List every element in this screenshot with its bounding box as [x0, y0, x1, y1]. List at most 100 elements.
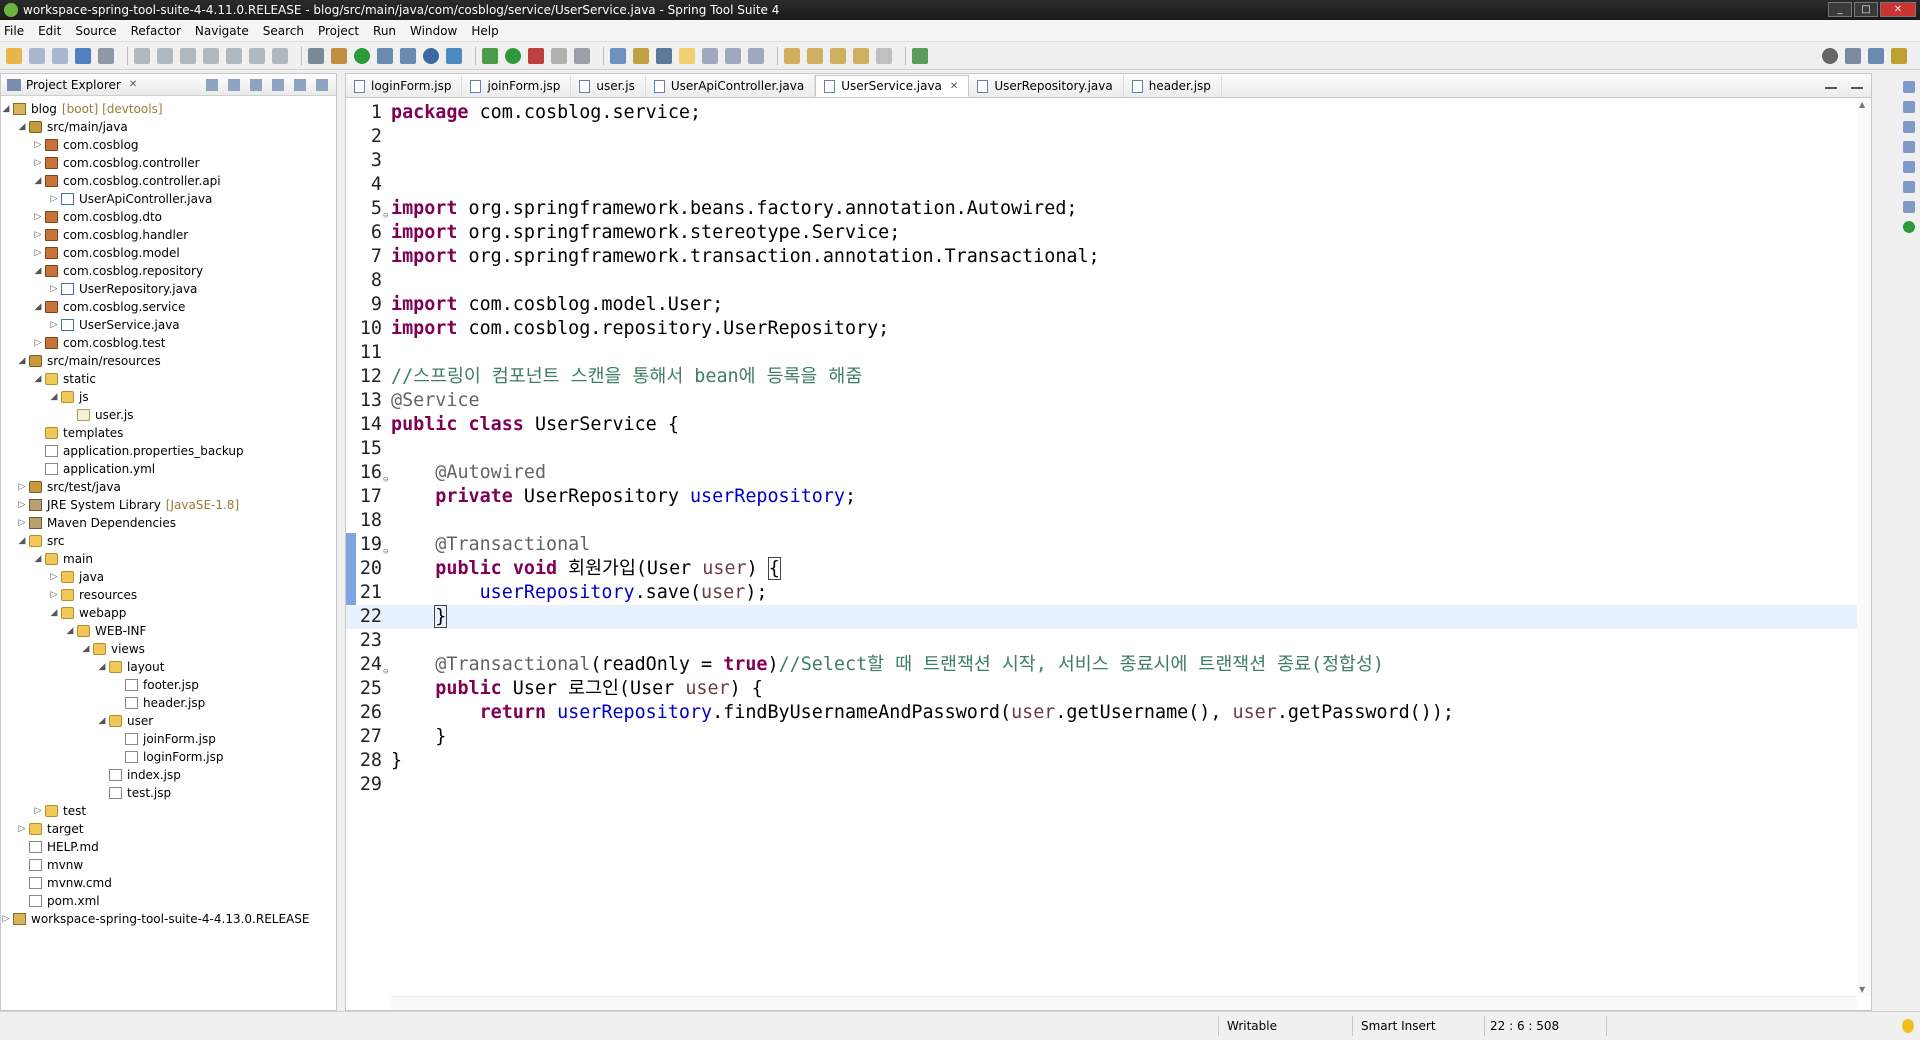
collapsed-arrow-icon[interactable]: ▷	[49, 316, 59, 334]
task-list-icon[interactable]	[1903, 101, 1915, 113]
tip-lightbulb-icon[interactable]	[1902, 1019, 1914, 1033]
annotations-icon[interactable]	[633, 47, 649, 64]
tree-item[interactable]: index.jsp	[1, 766, 336, 784]
menu-edit[interactable]: Edit	[38, 24, 61, 38]
tree-item[interactable]: ▷ resources	[1, 586, 336, 604]
spring-symbols-icon[interactable]	[1903, 121, 1915, 133]
tree-item[interactable]: ◢ src/main/java	[1, 118, 336, 136]
maximize-icon[interactable]	[1851, 79, 1863, 89]
javadoc-icon[interactable]	[1903, 161, 1915, 173]
expanded-arrow-icon[interactable]: ◢	[65, 622, 75, 640]
tree-item[interactable]: ▷ com.cosblog.dto	[1, 208, 336, 226]
code-line[interactable]: 22 }	[346, 605, 1871, 629]
tree-item[interactable]: user.js	[1, 406, 336, 424]
show-whitespace-icon[interactable]	[725, 47, 741, 64]
step-into-icon[interactable]	[226, 47, 242, 64]
use-step-filters-icon[interactable]	[308, 47, 324, 64]
boot-dashboard-icon[interactable]	[1903, 221, 1915, 233]
code-line[interactable]: 2	[346, 125, 1871, 149]
editor-tab[interactable]: user.js	[571, 75, 646, 97]
expanded-arrow-icon[interactable]: ◢	[49, 388, 59, 406]
tree-item[interactable]: ◢ com.cosblog.repository	[1, 262, 336, 280]
collapsed-arrow-icon[interactable]: ▷	[17, 496, 27, 514]
code-line[interactable]: 3	[346, 149, 1871, 173]
resume-icon[interactable]	[134, 47, 150, 64]
code-line[interactable]: 1 package com.cosblog.service;	[346, 101, 1871, 125]
tree-item[interactable]: ◢ views	[1, 640, 336, 658]
collapsed-arrow-icon[interactable]: ▷	[17, 820, 27, 838]
code-line[interactable]: 21 userRepository.save(user);	[346, 581, 1871, 605]
tree-item[interactable]: ▷ com.cosblog.controller	[1, 154, 336, 172]
expanded-arrow-icon[interactable]: ◢	[33, 298, 43, 316]
maximize-button[interactable]: □	[1854, 2, 1878, 17]
tree-item[interactable]: pom.xml	[1, 892, 336, 910]
menu-file[interactable]: File	[4, 24, 24, 38]
horizontal-scrollbar[interactable]	[391, 996, 1857, 1010]
collapsed-arrow-icon[interactable]: ▷	[33, 802, 43, 820]
tree-item[interactable]: ◢ com.cosblog.controller.api	[1, 172, 336, 190]
collapsed-arrow-icon[interactable]: ▷	[33, 244, 43, 262]
forward-icon[interactable]	[876, 47, 892, 64]
code-line[interactable]: 28}	[346, 749, 1871, 773]
code-line[interactable]: 5 ⊖ import org.springframework.beans.facto…	[346, 197, 1871, 221]
code-line[interactable]: 26 return userRepository.findByUsernameA…	[346, 701, 1871, 725]
tree-item[interactable]: mvnw	[1, 856, 336, 874]
expanded-arrow-icon[interactable]: ◢	[17, 118, 27, 136]
code-line[interactable]: 23	[346, 629, 1871, 653]
code-line[interactable]: 4	[346, 173, 1871, 197]
tree-item[interactable]: ▷ com.cosblog	[1, 136, 336, 154]
expanded-arrow-icon[interactable]: ◢	[81, 640, 91, 658]
java-perspective-icon[interactable]	[1868, 48, 1884, 64]
tree-item[interactable]: application.properties_backup	[1, 442, 336, 460]
search-icon-toolbar[interactable]	[446, 47, 462, 64]
code-line[interactable]: 16 ⊖ @Autowired	[346, 461, 1871, 485]
run-icon[interactable]	[505, 47, 521, 64]
editor-tab[interactable]: joinForm.jsp	[462, 75, 572, 97]
expanded-arrow-icon[interactable]: ◢	[1, 100, 11, 118]
collapsed-arrow-icon[interactable]: ▷	[33, 208, 43, 226]
collapsed-arrow-icon[interactable]: ▷	[17, 478, 27, 496]
expanded-arrow-icon[interactable]: ◢	[33, 172, 43, 190]
expanded-arrow-icon[interactable]: ◢	[33, 370, 43, 388]
tree-item[interactable]: ◢ com.cosblog.service	[1, 298, 336, 316]
collapsed-arrow-icon[interactable]: ▷	[17, 514, 27, 532]
terminate-icon[interactable]	[180, 47, 196, 64]
close-button[interactable]: ✕	[1880, 2, 1916, 17]
tree-item[interactable]: ◢ layout	[1, 658, 336, 676]
scroll-up-icon[interactable]: ▲	[1859, 100, 1865, 109]
tree-item[interactable]: ▷ UserRepository.java	[1, 280, 336, 298]
expanded-arrow-icon[interactable]: ◢	[33, 262, 43, 280]
collapsed-arrow-icon[interactable]: ▷	[49, 190, 59, 208]
pin-editor-icon[interactable]	[656, 47, 672, 64]
tree-item[interactable]: ◢ user	[1, 712, 336, 730]
code-line[interactable]: 24 ⊖ @Transactional(readOnly = true)//Sel…	[346, 653, 1871, 677]
terminal-icon[interactable]	[75, 47, 91, 64]
collapsed-arrow-icon[interactable]: ▷	[33, 226, 43, 244]
step-return-icon[interactable]	[272, 47, 288, 64]
tree-item[interactable]: ▷ test	[1, 802, 336, 820]
menu-source[interactable]: Source	[75, 24, 116, 38]
vertical-scrollbar[interactable]: ▲ ▼	[1857, 98, 1871, 996]
code-line[interactable]: 9 import com.cosblog.model.User;	[346, 293, 1871, 317]
open-perspective-icon[interactable]	[1845, 48, 1861, 64]
tree-item[interactable]: ◢ blog [boot] [devtools]	[1, 100, 336, 118]
tree-item[interactable]: templates	[1, 424, 336, 442]
console-icon[interactable]	[1903, 201, 1915, 213]
debug-icon[interactable]	[482, 47, 498, 64]
tree-item[interactable]: ▷ Maven Dependencies	[1, 514, 336, 532]
new-icon[interactable]	[6, 47, 22, 64]
close-tab-icon[interactable]: ✕	[950, 81, 958, 92]
tree-item[interactable]: test.jsp	[1, 784, 336, 802]
tree-item[interactable]: ◢ src/main/resources	[1, 352, 336, 370]
tree-item[interactable]: ◢ webapp	[1, 604, 336, 622]
mark-occurrences-icon[interactable]	[679, 47, 695, 64]
pilcrow-icon[interactable]	[748, 47, 764, 64]
tree-item[interactable]: header.jsp	[1, 694, 336, 712]
editor-tab[interactable]: header.jsp	[1124, 75, 1222, 97]
tree-item[interactable]: ▷ JRE System Library [JavaSE-1.8]	[1, 496, 336, 514]
declaration-icon[interactable]	[1903, 181, 1915, 193]
menu-navigate[interactable]: Navigate	[195, 24, 249, 38]
code-line[interactable]: 29	[346, 773, 1871, 797]
tree-item[interactable]: ▷ UserService.java	[1, 316, 336, 334]
previous-annotation-icon[interactable]	[807, 47, 823, 64]
